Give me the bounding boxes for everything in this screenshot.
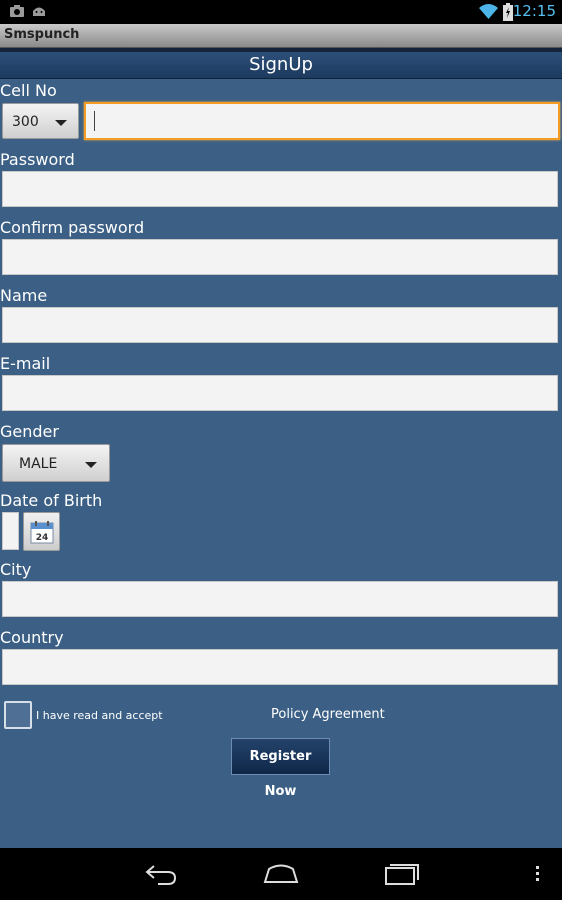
page-title: SignUp <box>0 52 562 79</box>
city-label: City <box>0 560 32 579</box>
cell-number-input[interactable] <box>84 102 560 140</box>
country-input[interactable] <box>2 649 558 685</box>
chevron-down-icon <box>55 120 67 126</box>
gender-label: Gender <box>0 422 59 441</box>
android-notification-icon <box>33 7 45 16</box>
email-input[interactable] <box>2 375 558 411</box>
chevron-down-icon <box>85 462 97 468</box>
navigation-bar <box>0 848 562 900</box>
battery-icon <box>503 3 513 21</box>
accept-checkbox[interactable] <box>4 701 32 729</box>
gender-dropdown[interactable]: MALE <box>2 444 110 482</box>
dob-label: Date of Birth <box>0 491 103 510</box>
cell-prefix-value: 300 <box>12 114 39 130</box>
cell-prefix-dropdown[interactable]: 300 <box>2 103 79 139</box>
wifi-icon <box>479 4 498 19</box>
policy-agreement-link[interactable]: Policy Agreement <box>271 707 385 722</box>
overflow-menu-icon[interactable] <box>534 860 542 886</box>
calendar-icon: 24 <box>30 521 54 544</box>
password-label: Password <box>0 150 75 169</box>
country-label: Country <box>0 628 64 647</box>
gender-value: MALE <box>19 456 58 472</box>
accept-text: I have read and accept <box>36 709 163 722</box>
calendar-button[interactable]: 24 <box>23 512 60 551</box>
confirm-password-input[interactable] <box>2 239 558 275</box>
status-bar: 12:15 <box>0 0 562 24</box>
register-button[interactable]: Register Now <box>231 738 330 799</box>
recent-apps-icon[interactable] <box>384 860 420 886</box>
confirm-password-label: Confirm password <box>0 218 145 237</box>
password-input[interactable] <box>2 171 558 207</box>
gallery-notification-icon <box>10 5 24 17</box>
home-icon[interactable] <box>263 860 299 886</box>
city-input[interactable] <box>2 581 558 617</box>
app-title-bar: Smspunch <box>0 24 562 48</box>
calendar-day: 24 <box>36 533 49 543</box>
dob-input[interactable] <box>2 512 19 550</box>
email-label: E-mail <box>0 354 51 373</box>
cell-no-label: Cell No <box>0 81 57 100</box>
text-cursor <box>94 111 95 131</box>
app-title: Smspunch <box>4 27 80 42</box>
clock: 12:15 <box>512 2 556 20</box>
name-label: Name <box>0 286 48 305</box>
name-input[interactable] <box>2 307 558 343</box>
back-icon[interactable] <box>144 860 178 886</box>
